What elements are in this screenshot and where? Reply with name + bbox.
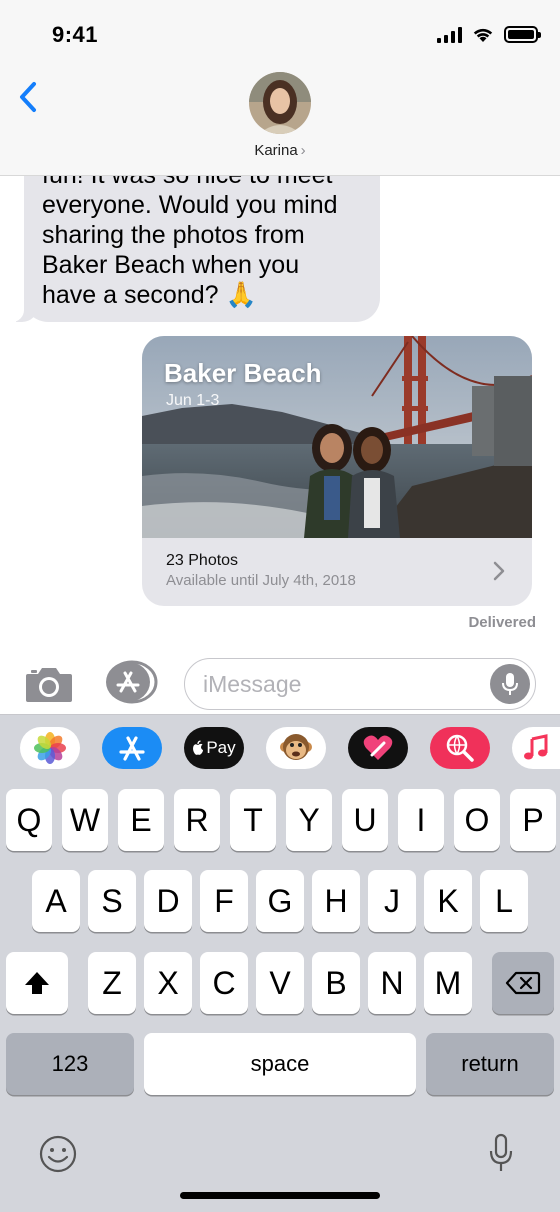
chevron-right-icon <box>493 561 505 581</box>
status-icons <box>437 26 541 43</box>
microphone-icon <box>502 673 518 695</box>
shift-key[interactable] <box>6 952 68 1014</box>
key-m[interactable]: M <box>424 952 472 1014</box>
contact-name: Karina <box>254 142 298 159</box>
battery-icon <box>504 26 541 43</box>
app-store-icon <box>106 660 158 704</box>
contact-avatar[interactable] <box>249 72 311 134</box>
key-q[interactable]: Q <box>6 789 52 851</box>
delivery-status: Delivered <box>468 614 536 631</box>
key-h[interactable]: H <box>312 870 360 932</box>
chevron-right-icon: › <box>300 142 306 159</box>
compose-bar <box>0 652 560 714</box>
album-date: Jun 1-3 <box>166 392 220 409</box>
contact-name-button[interactable]: Karina › <box>0 142 560 159</box>
message-line: fun! It was so nice to meet <box>42 176 362 190</box>
back-button[interactable] <box>14 78 48 118</box>
music-icon <box>524 734 548 760</box>
digital-touch-icon <box>363 735 393 760</box>
key-g[interactable]: G <box>256 870 304 932</box>
web-search-app-button[interactable] <box>430 727 490 769</box>
key-r[interactable]: R <box>174 789 220 851</box>
message-input-field[interactable] <box>184 658 536 710</box>
key-o[interactable]: O <box>454 789 500 851</box>
key-e[interactable]: E <box>118 789 164 851</box>
chevron-left-icon <box>20 82 36 112</box>
key-z[interactable]: Z <box>88 952 136 1014</box>
status-time: 9:41 <box>52 22 99 47</box>
conversation-header: Karina › <box>0 64 560 176</box>
camera-button[interactable] <box>22 662 76 706</box>
key-k[interactable]: K <box>424 870 472 932</box>
key-v[interactable]: V <box>256 952 304 1014</box>
animoji-icon <box>280 734 312 760</box>
availability-text: Available until July 4th, 2018 <box>166 572 356 589</box>
keyboard: Q W E R T Y U I O P A S D F G H J K L Z … <box>0 782 560 1212</box>
message-line: everyone. Would you mind <box>42 191 338 219</box>
key-t[interactable]: T <box>230 789 276 851</box>
incoming-message-bubble[interactable]: fun! It was so nice to meet everyone. Wo… <box>4 176 380 322</box>
apple-logo-icon <box>193 740 204 755</box>
shared-photos-card[interactable]: Baker Beach Jun 1-3 23 Photos Available … <box>142 336 532 606</box>
imessage-app-drawer: Pay <box>0 714 560 782</box>
photos-app-button[interactable] <box>20 727 80 769</box>
key-i[interactable]: I <box>398 789 444 851</box>
key-u[interactable]: U <box>342 789 388 851</box>
key-s[interactable]: S <box>88 870 136 932</box>
key-l[interactable]: L <box>480 870 528 932</box>
animoji-app-button[interactable] <box>266 727 326 769</box>
key-j[interactable]: J <box>368 870 416 932</box>
message-line: have a second? 🙏 <box>42 281 257 309</box>
backspace-icon <box>505 971 541 995</box>
delete-key[interactable] <box>492 952 554 1014</box>
photos-icon <box>34 732 66 764</box>
key-n[interactable]: N <box>368 952 416 1014</box>
key-a[interactable]: A <box>32 870 80 932</box>
key-f[interactable]: F <box>200 870 248 932</box>
key-w[interactable]: W <box>62 789 108 851</box>
key-y[interactable]: Y <box>286 789 332 851</box>
digital-touch-app-button[interactable] <box>348 727 408 769</box>
key-c[interactable]: C <box>200 952 248 1014</box>
status-bar: 9:41 <box>0 0 560 64</box>
dictation-button[interactable] <box>490 664 530 704</box>
message-line: Baker Beach when you <box>42 251 300 279</box>
apple-pay-app-button[interactable]: Pay <box>184 727 244 769</box>
return-key[interactable]: return <box>426 1033 554 1095</box>
key-b[interactable]: B <box>312 952 360 1014</box>
home-indicator[interactable] <box>180 1192 380 1199</box>
music-app-button[interactable] <box>512 727 560 769</box>
dictation-microphone-icon[interactable] <box>488 1132 514 1174</box>
camera-icon <box>26 668 72 702</box>
shift-arrow-icon <box>25 972 49 994</box>
app-store-icon <box>119 736 145 761</box>
space-key[interactable]: space <box>144 1033 416 1095</box>
app-store-button[interactable] <box>104 660 158 704</box>
apple-pay-label: Pay <box>206 738 236 757</box>
web-search-icon <box>446 734 474 762</box>
emoji-icon[interactable] <box>38 1134 78 1174</box>
photo-count: 23 Photos <box>166 552 239 569</box>
app-store-app-button[interactable] <box>102 727 162 769</box>
card-footer[interactable]: 23 Photos Available until July 4th, 2018 <box>142 538 532 606</box>
numbers-key[interactable]: 123 <box>6 1033 134 1095</box>
message-line: sharing the photos from <box>42 221 305 249</box>
message-input[interactable] <box>203 667 483 701</box>
cellular-signal-icon <box>437 26 462 43</box>
key-p[interactable]: P <box>510 789 556 851</box>
message-list[interactable]: fun! It was so nice to meet everyone. Wo… <box>0 176 560 652</box>
wifi-icon <box>473 28 493 42</box>
key-d[interactable]: D <box>144 870 192 932</box>
album-title: Baker Beach <box>164 358 322 388</box>
key-x[interactable]: X <box>144 952 192 1014</box>
